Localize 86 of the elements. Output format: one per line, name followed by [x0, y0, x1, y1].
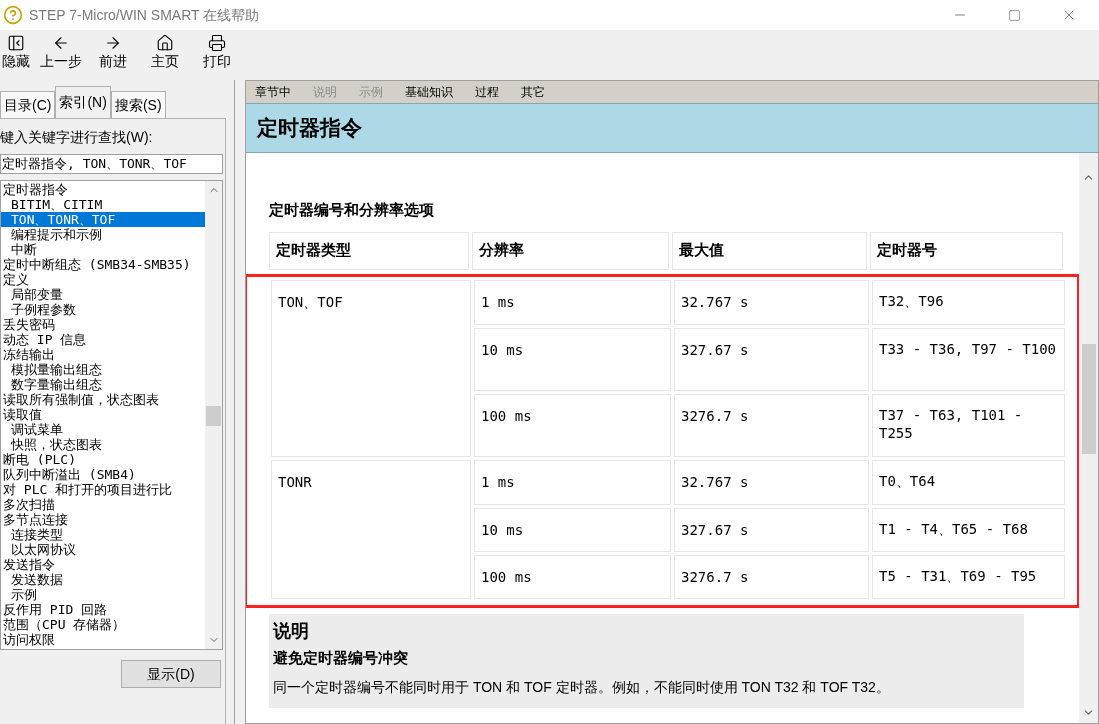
keyword-label: 键入关键字进行查找(W): [0, 128, 154, 147]
index-item[interactable]: 丢失密码 [1, 317, 205, 332]
table-cell: 327.67 s [674, 327, 869, 391]
index-item[interactable]: 定义 [1, 272, 205, 287]
table-cell: 3276.7 s [674, 554, 869, 599]
index-item[interactable]: 断电 (PLC) [1, 452, 205, 467]
scrollbar[interactable] [205, 181, 222, 649]
table-cell: T37 - T63, T101 - T255 [872, 393, 1065, 457]
index-item[interactable]: 数字量输出组态 [1, 377, 205, 392]
table-cell: 100 ms [474, 393, 671, 457]
arrow-right-icon [104, 34, 122, 52]
column-header: 定时器类型 [269, 231, 469, 270]
table-cell: 10 ms [474, 507, 671, 552]
table-cell: 327.67 s [674, 507, 869, 552]
table-cell: 1 ms [474, 279, 671, 325]
display-button[interactable]: 显示(D) [121, 660, 221, 688]
column-header: 分辨率 [472, 231, 669, 270]
table-cell: T33 - T36, T97 - T100 [872, 327, 1065, 391]
table-cell: 32.767 s [674, 459, 869, 505]
index-item[interactable]: 编程提示和示例 [1, 227, 205, 242]
table-cell: 3276.7 s [674, 393, 869, 457]
index-item[interactable]: 以太网协议 [1, 542, 205, 557]
table-cell: T32、T96 [872, 279, 1065, 325]
toolbar-button[interactable]: 主页 [142, 34, 188, 70]
index-item[interactable]: TON、TONR、TOF [1, 212, 205, 227]
toolbar-button[interactable]: 上一步 [38, 34, 84, 70]
table-cell: 32.767 s [674, 279, 869, 325]
maximize-icon[interactable] [1008, 8, 1021, 22]
index-item[interactable]: 冻结输出 [1, 347, 205, 362]
index-item[interactable]: 动态 IP 信息 [1, 332, 205, 347]
note-heading: 说明 [273, 619, 310, 643]
index-item[interactable]: 调试菜单 [1, 422, 205, 437]
index-item[interactable]: 发送指令 [1, 557, 205, 572]
column-header: 定时器号 [870, 231, 1063, 270]
nav-link[interactable]: 章节中 [255, 83, 291, 101]
scroll-thumb[interactable] [206, 406, 221, 426]
index-item[interactable]: 发送数据 [1, 572, 205, 587]
table-cell: TONR [271, 459, 471, 599]
index-item[interactable]: 局部变量 [1, 287, 205, 302]
index-item[interactable]: 快照，状态图表 [1, 437, 205, 452]
toolbar-button[interactable]: 前进 [90, 34, 136, 70]
index-item[interactable]: 读取所有强制值，状态图表 [1, 392, 205, 407]
index-item[interactable]: 对 PLC 和打开的项目进行比 [1, 482, 205, 497]
index-item[interactable]: BITIM、CITIM [1, 197, 205, 212]
index-item[interactable]: 连接类型 [1, 527, 205, 542]
toolbar-button[interactable]: 隐藏 [0, 34, 32, 70]
index-item[interactable]: 定时中断组态 (SMB34-SMB35) [1, 257, 205, 272]
table-cell: T5 - T31、T69 - T95 [872, 554, 1065, 599]
pane-tab[interactable]: 索引(N) [55, 86, 111, 118]
index-item[interactable]: 中断 [1, 242, 205, 257]
index-item[interactable]: 队列中断溢出 (SMB4) [1, 467, 205, 482]
help-icon [3, 5, 23, 25]
printer-icon [208, 34, 226, 52]
nav-link[interactable]: 其它 [521, 83, 545, 101]
toolbar-button[interactable]: 打印 [194, 34, 240, 70]
nav-link[interactable]: 过程 [475, 83, 499, 101]
index-item[interactable]: 多次扫描 [1, 497, 205, 512]
note-text: 同一个定时器编号不能同时用于 TON 和 TOF 定时器。例如，不能同时使用 TON T32 和 TOF T32。 [273, 678, 891, 697]
table-cell: 10 ms [474, 327, 671, 391]
index-item[interactable]: 示例 [1, 587, 205, 602]
index-item[interactable]: 定时器指令 [1, 182, 205, 197]
note-subheading: 避免定时器编号冲突 [273, 647, 409, 668]
nav-link[interactable]: 基础知识 [405, 83, 453, 101]
index-item[interactable]: 模拟量输出组态 [1, 362, 205, 377]
table-cell: T1 - T4、T65 - T68 [872, 507, 1065, 552]
window-title: STEP 7-Micro/WIN SMART 在线帮助 [29, 5, 260, 25]
house-icon [156, 34, 174, 52]
pane-tab[interactable]: 搜索(S) [110, 91, 166, 118]
scrollbar[interactable] [1079, 153, 1098, 723]
hide-pane-icon [7, 34, 25, 52]
table-cell: 100 ms [474, 554, 671, 599]
table-cell: 1 ms [474, 459, 671, 505]
pane-tab[interactable]: 目录(C) [0, 91, 56, 118]
table-cell: TON、TOF [271, 279, 471, 457]
index-item[interactable]: 多节点连接 [1, 512, 205, 527]
keyword-field[interactable]: 定时器指令, TON、TONR、TOF [0, 154, 223, 174]
index-item[interactable]: 子例程参数 [1, 302, 205, 317]
index-item[interactable]: 反作用 PID 回路 [1, 602, 205, 617]
column-header: 最大值 [672, 231, 867, 270]
index-item[interactable]: 访问权限 [1, 632, 205, 647]
page-title: 定时器指令 [257, 115, 362, 142]
index-item[interactable]: 读取值 [1, 407, 205, 422]
index-item[interactable]: 范围（CPU 存储器） [1, 617, 205, 632]
scroll-thumb[interactable] [1081, 344, 1096, 454]
table-cell: T0、T64 [872, 459, 1065, 505]
section-title: 定时器编号和分辨率选项 [269, 200, 435, 220]
